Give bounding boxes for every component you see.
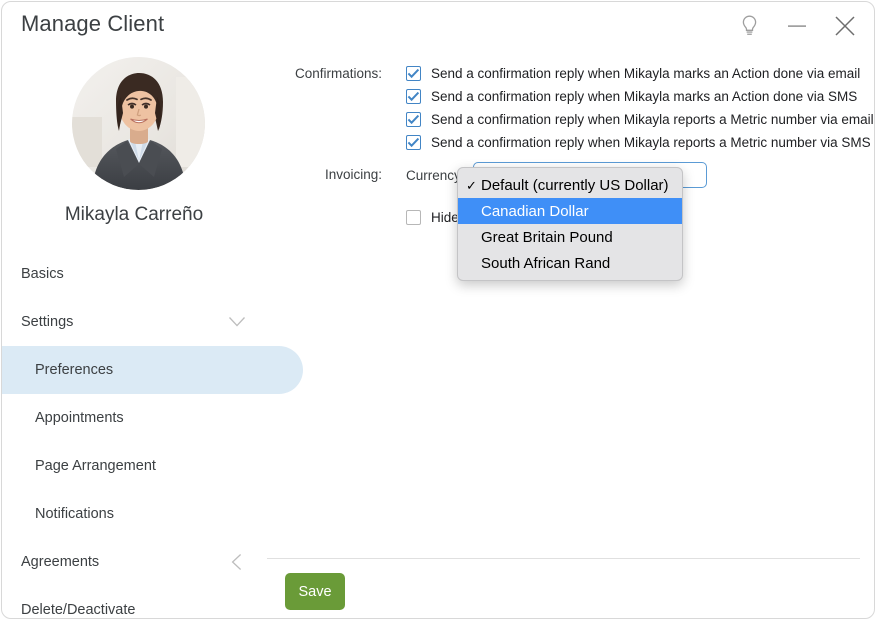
- avatar: [72, 57, 205, 190]
- confirmation-row: Send a confirmation reply when Mikayla r…: [406, 108, 874, 131]
- dropdown-option-canadian-dollar[interactable]: Canadian Dollar: [458, 198, 682, 224]
- help-lightbulb-icon[interactable]: [733, 10, 765, 42]
- dropdown-option-label: Canadian Dollar: [481, 202, 589, 220]
- hide-label: Hide: [431, 210, 459, 225]
- close-icon[interactable]: [829, 10, 861, 42]
- sidebar-item-page-arrangement[interactable]: Page Arrangement: [2, 442, 266, 490]
- sidebar-item-label: Agreements: [21, 554, 100, 570]
- sidebar-item-label: Page Arrangement: [35, 458, 156, 474]
- sidebar-item-delete-deactivate[interactable]: Delete/Deactivate: [2, 586, 266, 618]
- minimize-icon[interactable]: [781, 10, 813, 42]
- confirmations-label: Confirmations:: [294, 66, 382, 81]
- sidebar-item-label: Basics: [21, 266, 64, 282]
- sidebar-item-notifications[interactable]: Notifications: [2, 490, 266, 538]
- manage-client-window: Manage Client Mikayla Carreño Basics Set…: [1, 1, 875, 619]
- confirmation-label: Send a confirmation reply when Mikayla m…: [431, 66, 861, 81]
- sidebar-item-settings[interactable]: Settings: [2, 298, 266, 346]
- sidebar-item-agreements[interactable]: Agreements: [2, 538, 266, 586]
- confirmation-sms-action-checkbox[interactable]: [406, 89, 421, 104]
- confirmation-sms-metric-checkbox[interactable]: [406, 135, 421, 150]
- currency-label: Currency:: [406, 167, 465, 183]
- sidebar-nav: Basics Settings Preferences Appointments…: [2, 250, 303, 618]
- sidebar-item-label: Delete/Deactivate: [21, 602, 136, 618]
- confirmation-row: Send a confirmation reply when Mikayla r…: [406, 131, 874, 154]
- dropdown-option-default[interactable]: ✓ Default (currently US Dollar): [458, 172, 682, 198]
- sidebar-item-label: Settings: [21, 314, 74, 330]
- sidebar-item-appointments[interactable]: Appointments: [2, 394, 266, 442]
- confirmation-email-metric-checkbox[interactable]: [406, 112, 421, 127]
- title-bar: Manage Client: [2, 2, 874, 50]
- dropdown-option-label: Default (currently US Dollar): [481, 176, 669, 194]
- sidebar-item-basics[interactable]: Basics: [2, 250, 266, 298]
- page-title: Manage Client: [21, 11, 165, 36]
- dropdown-option-label: South African Rand: [481, 254, 611, 272]
- footer-divider: [267, 558, 860, 559]
- save-button[interactable]: Save: [285, 573, 345, 610]
- sidebar: Mikayla Carreño Basics Settings Preferen…: [2, 50, 303, 618]
- dropdown-option-label: Great Britain Pound: [481, 228, 613, 246]
- hide-checkbox[interactable]: [406, 210, 421, 225]
- hide-option-row: Hide: [406, 210, 459, 225]
- confirmation-label: Send a confirmation reply when Mikayla r…: [431, 112, 874, 127]
- settings-panel: Confirmations: Send a confirmation reply…: [266, 50, 874, 618]
- checkmark-icon: ✓: [466, 177, 477, 193]
- confirmation-row: Send a confirmation reply when Mikayla m…: [406, 85, 874, 108]
- currency-dropdown-menu: ✓ Default (currently US Dollar) Canadian…: [457, 167, 683, 281]
- confirmations-group: Send a confirmation reply when Mikayla m…: [406, 62, 874, 154]
- dropdown-option-great-britain-pound[interactable]: Great Britain Pound: [458, 224, 682, 250]
- chevron-left-icon: [228, 553, 246, 571]
- invoicing-label: Invoicing:: [324, 167, 382, 182]
- confirmation-email-action-checkbox[interactable]: [406, 66, 421, 81]
- confirmation-label: Send a confirmation reply when Mikayla m…: [431, 89, 858, 104]
- confirmation-row: Send a confirmation reply when Mikayla m…: [406, 62, 874, 85]
- client-name: Mikayla Carreño: [64, 204, 204, 225]
- chevron-down-icon: [228, 313, 246, 331]
- window-controls: [733, 10, 861, 42]
- sidebar-item-label: Preferences: [35, 362, 114, 378]
- sidebar-item-label: Appointments: [35, 410, 124, 426]
- dropdown-option-south-african-rand[interactable]: South African Rand: [458, 250, 682, 276]
- sidebar-item-preferences[interactable]: Preferences: [2, 346, 303, 394]
- sidebar-item-label: Notifications: [35, 506, 114, 522]
- confirmation-label: Send a confirmation reply when Mikayla r…: [431, 135, 871, 150]
